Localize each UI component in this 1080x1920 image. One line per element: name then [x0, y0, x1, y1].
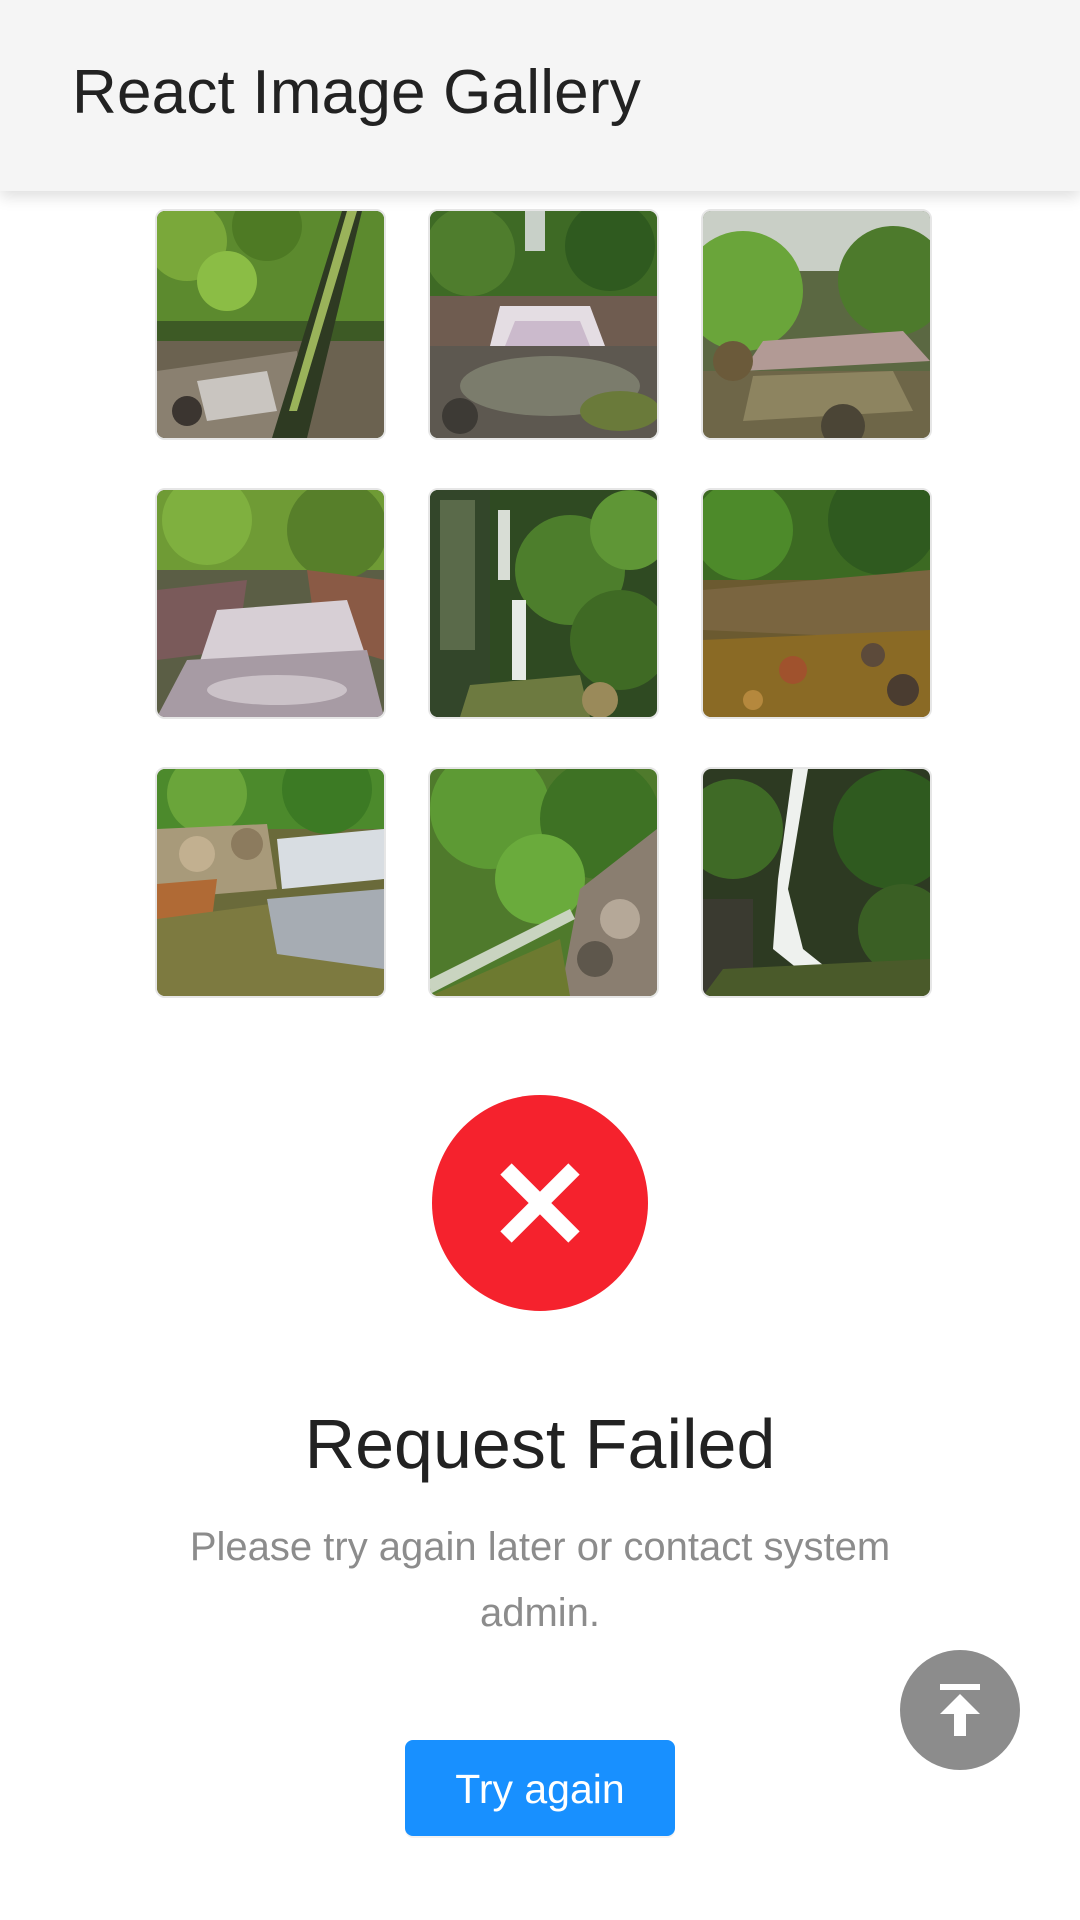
image-gallery-grid: [155, 209, 935, 998]
gallery-thumbnail[interactable]: [155, 209, 386, 440]
gallery-thumbnail[interactable]: [701, 209, 932, 440]
gallery-thumbnail[interactable]: [701, 488, 932, 719]
rocky-cascade-thumbnail-icon: [157, 490, 384, 717]
close-icon: [500, 1163, 580, 1243]
arrow-up-to-line-icon: [940, 1684, 980, 1736]
river-bend-thumbnail-icon: [703, 211, 930, 438]
small-waterfall-thumbnail-icon: [430, 211, 657, 438]
forest-stream-thumbnail-icon: [157, 211, 384, 438]
stepped-falls-thumbnail-icon: [157, 769, 384, 996]
gallery-thumbnail[interactable]: [428, 209, 659, 440]
jungle-slope-thumbnail-icon: [430, 769, 657, 996]
error-title: Request Failed: [304, 1405, 776, 1483]
back-to-top-button[interactable]: [900, 1650, 1020, 1770]
app-header: React Image Gallery: [0, 0, 1080, 191]
page: React Image Gallery Request Failed Pleas…: [0, 0, 1080, 1920]
gallery-thumbnail[interactable]: [155, 767, 386, 998]
error-status-icon: [432, 1095, 648, 1311]
gorge-waterfall-thumbnail-icon: [703, 769, 930, 996]
gallery-thumbnail[interactable]: [701, 767, 932, 998]
gallery-thumbnail[interactable]: [428, 767, 659, 998]
error-subtitle: Please try again later or contact system…: [189, 1525, 891, 1635]
gallery-thumbnail[interactable]: [155, 488, 386, 719]
gallery-thumbnail[interactable]: [428, 488, 659, 719]
try-again-button[interactable]: Try again: [405, 1740, 675, 1836]
app-title: React Image Gallery: [72, 58, 641, 127]
tall-waterfall-thumbnail-icon: [430, 490, 657, 717]
mossy-creek-thumbnail-icon: [703, 490, 930, 717]
